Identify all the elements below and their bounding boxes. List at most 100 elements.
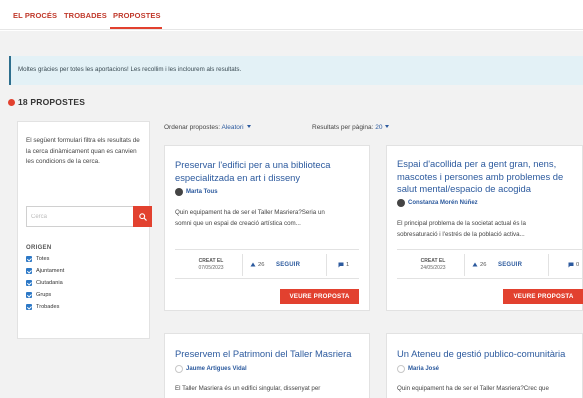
- info-notice: Moltes gràcies per totes les aportacions…: [9, 56, 583, 85]
- per-page-label: Resultats per pàgina:: [312, 124, 374, 131]
- author-name: Maria José: [408, 366, 440, 372]
- proposal-title-line: Preservem el Patrimoni del Taller Masrie…: [175, 348, 352, 359]
- proposal-card: Preservar l'edifici per a una biblioteca…: [164, 145, 370, 311]
- proposal-count: 18 PROPOSTES: [8, 97, 85, 107]
- vote-count: 26: [250, 262, 264, 268]
- created-date-value: 24/05/2023: [420, 264, 446, 271]
- tab-bar: EL PROCÉS TROBADES PROPOSTES: [0, 0, 583, 30]
- vote-count-value: 26: [480, 262, 487, 268]
- summary-line: El principal problema de la societat act…: [397, 220, 526, 227]
- proposal-summary: Quin equipament ha de ser el Taller Masr…: [397, 384, 549, 395]
- proposal-summary: Quin equipament ha de ser el Taller Masr…: [175, 208, 325, 229]
- proposal-summary: El Taller Masriera és un edifici singula…: [175, 384, 320, 395]
- checkbox-checked-icon[interactable]: [26, 256, 32, 262]
- caret-down-icon: [385, 125, 390, 128]
- filter-sidebar: El següent formulari filtra els resultat…: [17, 121, 152, 339]
- filter-ajuntament[interactable]: Ajuntament: [26, 268, 64, 274]
- see-proposal-button[interactable]: VEURE PROPOSTA: [503, 289, 583, 304]
- search-input[interactable]: [26, 206, 133, 227]
- filter-label: Grups: [36, 292, 52, 298]
- proposal-title-line: Un Ateneu de gestió publico-comunitària: [397, 348, 566, 359]
- proposal-title-line: Preservar l'edifici per a una biblioteca: [175, 159, 331, 170]
- search-button[interactable]: [133, 206, 152, 227]
- tab-trobades[interactable]: TROBADES: [64, 11, 107, 20]
- filter-origin-title: ORIGEN: [26, 245, 52, 251]
- proposal-author[interactable]: Constanza Morén Núñez: [397, 199, 478, 207]
- comment-count: 0: [568, 262, 579, 268]
- created-date-value: 07/05/2023: [198, 264, 224, 271]
- comment-count: 1: [338, 262, 349, 268]
- active-tab-indicator: [110, 27, 162, 29]
- checkbox-checked-icon[interactable]: [26, 292, 32, 298]
- tab-el-proces[interactable]: EL PROCÉS: [13, 11, 57, 20]
- see-proposal-button[interactable]: VEURE PROPOSTA: [280, 289, 359, 304]
- proposal-title-line: mascotes i persones amb problemes de: [397, 170, 564, 182]
- filter-label: Totes: [36, 256, 50, 262]
- summary-line: Quin equipament ha de ser el Taller Masr…: [397, 385, 549, 392]
- per-page-value[interactable]: 20: [375, 124, 382, 131]
- proposal-title[interactable]: Preservar l'edifici per a una biblioteca…: [175, 159, 331, 184]
- comment-count-value: 1: [346, 262, 350, 268]
- tab-propostes[interactable]: PROPOSTES: [113, 11, 161, 20]
- summary-line: Quin equipament ha de ser el Taller Masr…: [175, 209, 325, 216]
- proposal-stats: CREAT EL 07/05/2023 26 SEGUIR 1: [175, 249, 359, 279]
- checkbox-checked-icon[interactable]: [26, 268, 32, 274]
- count-bullet-icon: [8, 99, 15, 106]
- filter-label: Trobades: [36, 304, 60, 310]
- follow-button[interactable]: SEGUIR: [276, 262, 300, 268]
- proposal-title-line: Espai d'acollida per a gent gran, nens,: [397, 158, 557, 169]
- proposal-card: Un Ateneu de gestió publico-comunitària …: [386, 333, 583, 398]
- proposal-count-text: 18 PROPOSTES: [18, 97, 86, 107]
- author-name: Marta Tous: [186, 189, 218, 195]
- arrow-up-icon: [250, 262, 256, 267]
- order-select[interactable]: Ordenar propostes: Aleatori: [164, 124, 251, 131]
- caret-down-icon: [246, 125, 251, 128]
- checkbox-checked-icon[interactable]: [26, 304, 32, 310]
- vote-count-value: 26: [258, 262, 265, 268]
- filter-grups[interactable]: Grups: [26, 292, 51, 298]
- comment-icon: [568, 262, 574, 268]
- filter-totes[interactable]: Totes: [26, 256, 49, 262]
- author-name: Constanza Morén Núñez: [408, 200, 478, 206]
- divider: [326, 254, 327, 276]
- comment-icon: [338, 262, 344, 268]
- proposal-title-line: salut mental/espacio de acogida: [397, 183, 531, 194]
- divider: [548, 254, 549, 276]
- summary-line: somni que un espai de creació artística …: [175, 219, 301, 227]
- search-icon: [138, 212, 147, 221]
- avatar: [175, 365, 183, 373]
- filter-description: El següent formulari filtra els resultat…: [26, 137, 140, 165]
- comment-count-value: 0: [576, 262, 580, 268]
- proposal-title[interactable]: Preservem el Patrimoni del Taller Masrie…: [175, 348, 351, 361]
- summary-line: El Taller Masriera és un edifici singula…: [175, 385, 321, 392]
- proposal-summary: El principal problema de la societat act…: [397, 219, 526, 240]
- arrow-up-icon: [472, 262, 478, 267]
- proposal-title-line: especialitzada en art i disseny: [175, 171, 301, 183]
- divider: [242, 254, 243, 276]
- proposal-card: Espai d'acollida per a gent gran, nens, …: [386, 145, 583, 311]
- vote-count: 26: [472, 262, 486, 268]
- proposal-author[interactable]: Maria José: [397, 365, 439, 373]
- avatar: [397, 365, 405, 373]
- checkbox-checked-icon[interactable]: [26, 280, 32, 286]
- proposal-author[interactable]: Jaume Artigues Vidal: [175, 365, 247, 373]
- order-label: Ordenar propostes:: [164, 124, 221, 131]
- created-date: CREAT EL 07/05/2023: [183, 258, 239, 271]
- per-page-select[interactable]: Resultats per pàgina: 20: [312, 124, 390, 131]
- avatar: [397, 199, 405, 207]
- divider: [464, 254, 465, 276]
- author-name: Jaume Artigues Vidal: [186, 366, 247, 372]
- filter-label: Ciutadania: [36, 280, 63, 286]
- proposal-title[interactable]: Un Ateneu de gestió publico-comunitària: [397, 348, 565, 361]
- summary-line: sobresaturació i l'estrés de la població…: [397, 230, 525, 238]
- follow-button[interactable]: SEGUIR: [498, 262, 522, 268]
- order-value[interactable]: Aleatori: [221, 124, 243, 131]
- created-date: CREAT EL 24/05/2023: [405, 258, 461, 271]
- filter-label: Ajuntament: [36, 268, 65, 274]
- filter-ciutadania[interactable]: Ciutadania: [26, 280, 63, 286]
- avatar: [175, 188, 183, 196]
- proposal-stats: CREAT EL 24/05/2023 26 SEGUIR 0: [397, 249, 583, 279]
- proposal-author[interactable]: Marta Tous: [175, 188, 218, 196]
- proposal-title[interactable]: Espai d'acollida per a gent gran, nens, …: [397, 158, 563, 196]
- filter-trobades[interactable]: Trobades: [26, 304, 59, 310]
